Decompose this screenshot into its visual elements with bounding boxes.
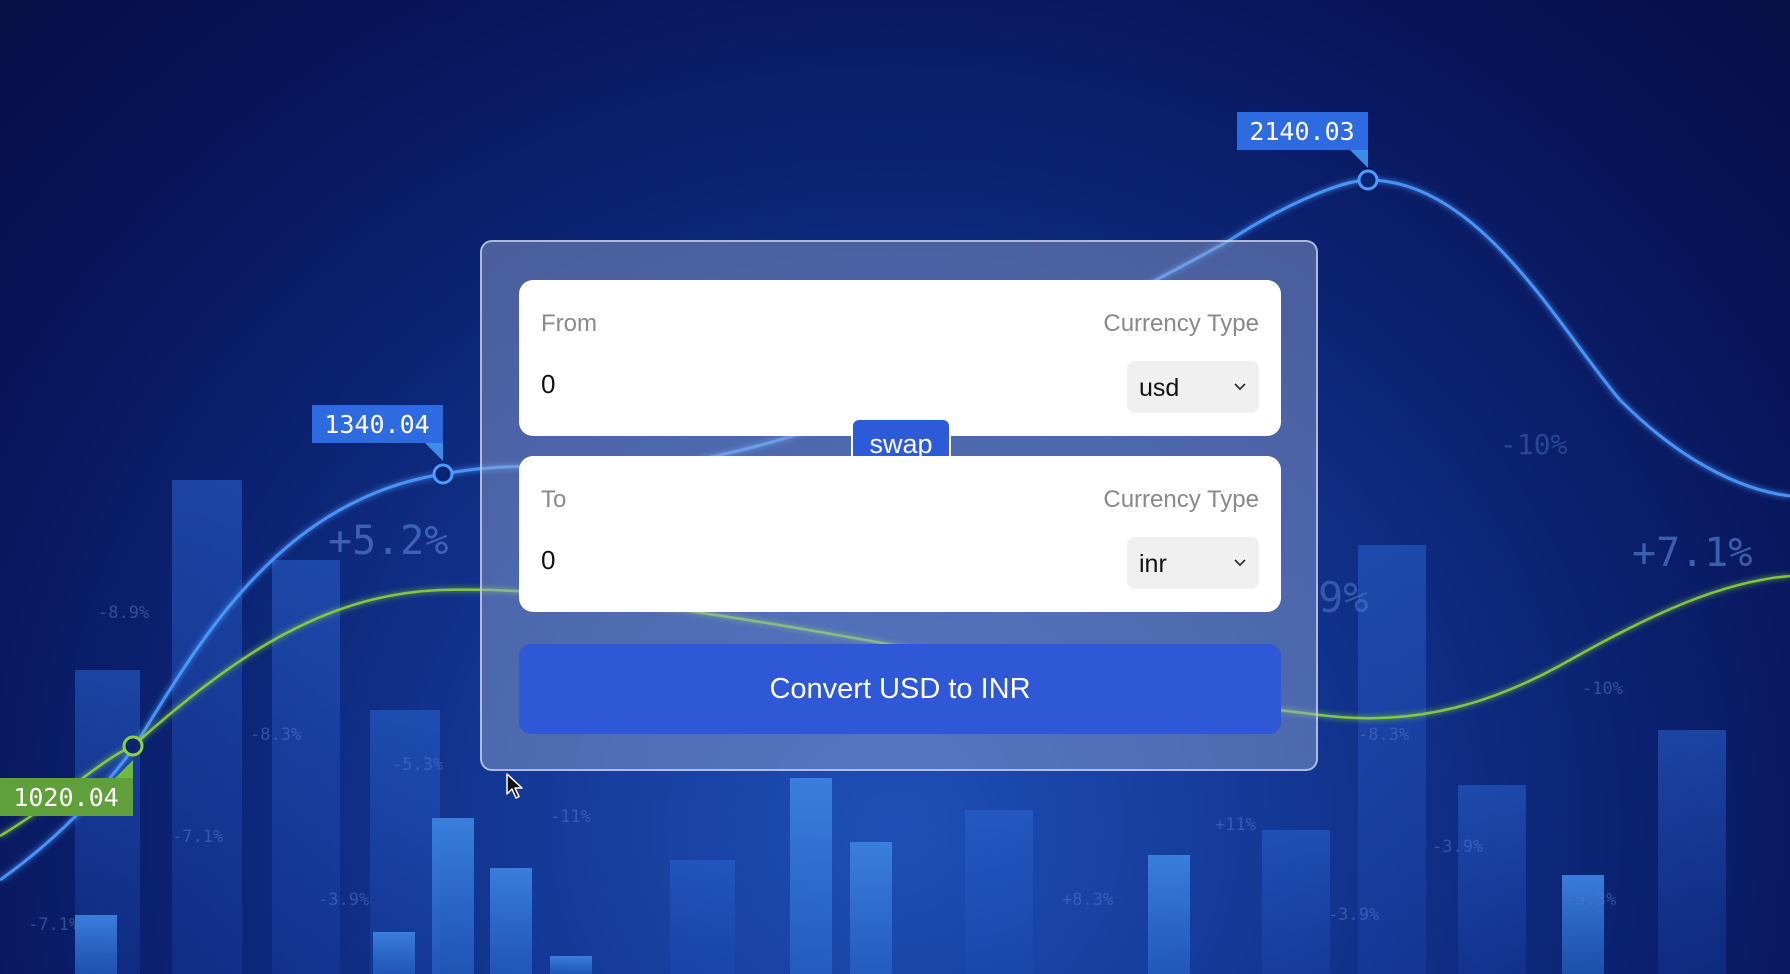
to-currency-select[interactable]: inr	[1127, 537, 1259, 589]
large-label: +7.1%	[1632, 530, 1752, 576]
from-currency-type-label: Currency Type	[1103, 310, 1259, 337]
small-label: -3.9%	[318, 890, 369, 910]
small-label: -3.9%	[1432, 837, 1483, 857]
data-point-marker	[1357, 169, 1379, 191]
price-tag-label: 2140.03	[1249, 117, 1354, 146]
mouse-cursor-icon	[506, 773, 523, 799]
price-tag-label: 1020.04	[13, 783, 118, 812]
convert-button[interactable]: Convert USD to INR	[519, 644, 1281, 734]
small-label: -8.3%	[1358, 725, 1409, 745]
from-section: From Currency Type usd	[519, 280, 1281, 436]
from-currency-select[interactable]: usd	[1127, 361, 1259, 413]
data-point-marker	[432, 463, 454, 485]
small-label: -5.3%	[1565, 890, 1616, 910]
chevron-down-icon	[1234, 559, 1246, 567]
large-label: +5.2%	[328, 518, 448, 564]
small-label: +8.3%	[1062, 890, 1113, 910]
from-currency-value: usd	[1139, 374, 1180, 402]
small-label: -5.3%	[392, 755, 443, 775]
small-label: -7.1%	[172, 827, 223, 847]
to-currency-type-label: Currency Type	[1103, 486, 1259, 513]
price-tag: 1340.04	[312, 405, 443, 461]
small-label: -7.1%	[28, 915, 79, 935]
small-label: -8.3%	[250, 725, 301, 745]
large-label: -10%	[1500, 428, 1568, 461]
price-tag-label: 1340.04	[324, 410, 429, 439]
to-label: To	[541, 486, 567, 513]
from-label: From	[541, 310, 597, 337]
small-label: -8.9%	[98, 603, 149, 623]
large-label: 9%	[1318, 573, 1369, 622]
small-label: -10%	[1582, 679, 1623, 699]
from-amount-input[interactable]	[541, 368, 1041, 400]
data-point-marker	[122, 735, 144, 757]
small-label: +11%	[1215, 815, 1256, 835]
to-section: To Currency Type inr	[519, 456, 1281, 612]
to-currency-value: inr	[1139, 550, 1167, 578]
currency-converter-card: From Currency Type usd swap To Currency …	[480, 240, 1318, 771]
chevron-down-icon	[1234, 383, 1246, 391]
price-tag: 2140.03	[1237, 112, 1368, 168]
small-label: -3.9%	[1328, 905, 1379, 925]
to-amount-input[interactable]	[541, 544, 1041, 576]
small-label: -11%	[550, 807, 591, 827]
